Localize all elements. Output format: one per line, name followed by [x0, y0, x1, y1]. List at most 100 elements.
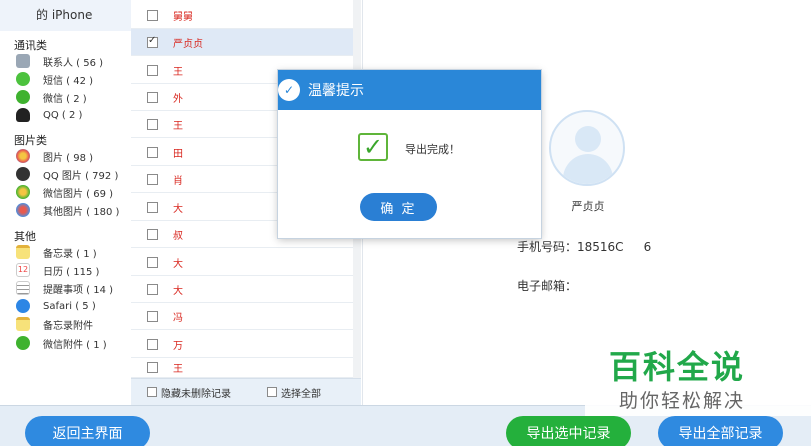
- back-home-button[interactable]: 返回主界面: [25, 416, 150, 446]
- sidebar-item-label: Safari ( 5 ): [43, 300, 96, 312]
- email-field: 电子邮箱：: [517, 279, 578, 293]
- sidebar: 的 iPhone 通讯类 联系人 ( 56 ) 短信 ( 42 ) 微信 ( 2…: [0, 0, 131, 405]
- sidebar-item-notes-attachments[interactable]: 备忘录附件: [16, 316, 93, 332]
- sidebar-item-photos[interactable]: 图片 ( 98 ): [16, 148, 93, 164]
- list-footer: 隐藏未删除记录 选择全部: [131, 378, 361, 405]
- reminders-icon: [16, 281, 30, 295]
- safari-icon: [16, 299, 30, 313]
- dialog-title: 温馨提示: [308, 83, 364, 99]
- wechat-icon: [16, 90, 30, 104]
- sidebar-item-qq-photos[interactable]: QQ 图片 ( 792 ): [16, 166, 118, 182]
- row-checkbox[interactable]: [147, 64, 158, 76]
- dialog-logo-icon: ✓: [278, 79, 300, 101]
- sidebar-item-wechat-photos[interactable]: 微信图片 ( 69 ): [16, 184, 113, 200]
- row-checkbox[interactable]: [147, 283, 158, 295]
- photos-icon: [16, 149, 30, 163]
- wechat-attachment-icon: [16, 336, 30, 350]
- watermark-title: 百科全说: [609, 348, 746, 386]
- row-checkbox[interactable]: [147, 362, 158, 373]
- hide-deleted-toggle[interactable]: 隐藏未删除记录: [147, 385, 231, 400]
- sidebar-item-label: QQ 图片 ( 792 ): [43, 170, 119, 182]
- detail-contact-name: 严贞贞: [571, 200, 605, 213]
- contact-name: 王: [173, 364, 183, 375]
- row-checkbox[interactable]: [147, 91, 158, 103]
- qq-photos-icon: [16, 167, 30, 181]
- contact-row[interactable]: 王: [131, 358, 353, 378]
- select-all-checkbox[interactable]: [267, 387, 277, 397]
- contact-row[interactable]: 舅舅: [131, 2, 353, 29]
- sidebar-item-label: 备忘录附件: [43, 320, 93, 332]
- row-checkbox[interactable]: [147, 173, 158, 185]
- sidebar-item-label: 短信 ( 42 ): [43, 75, 94, 87]
- device-name[interactable]: 的 iPhone: [0, 0, 131, 31]
- sidebar-item-label: 联系人 ( 56 ): [43, 57, 104, 69]
- sidebar-item-wechat[interactable]: 微信 ( 2 ): [16, 89, 87, 105]
- row-checkbox[interactable]: [147, 310, 158, 322]
- sidebar-item-label: 微信图片 ( 69 ): [43, 188, 114, 200]
- notes-icon: [16, 245, 30, 259]
- contact-row[interactable]: 冯: [131, 303, 353, 330]
- sidebar-item-label: 备忘录 ( 1 ): [43, 248, 97, 260]
- category-communication: 通讯类: [14, 39, 47, 52]
- export-all-button[interactable]: 导出全部记录: [658, 416, 783, 446]
- qq-icon: [16, 108, 30, 122]
- watermark-subtitle: 助你轻松解决: [619, 390, 746, 412]
- sidebar-item-calendar[interactable]: 12 日历 ( 115 ): [16, 262, 99, 278]
- sidebar-item-label: 提醒事项 ( 14 ): [43, 284, 114, 296]
- avatar: [549, 110, 625, 186]
- sidebar-item-other-photos[interactable]: 其他图片 ( 180 ): [16, 202, 119, 218]
- sidebar-item-reminders[interactable]: 提醒事项 ( 14 ): [16, 280, 113, 296]
- sidebar-item-safari[interactable]: Safari ( 5 ): [16, 298, 96, 314]
- row-checkbox[interactable]: [147, 146, 158, 158]
- contact-name: 万: [173, 340, 183, 352]
- row-checkbox[interactable]: [147, 256, 158, 268]
- watermark: 百科全说 助你轻松解决: [585, 340, 811, 416]
- hide-deleted-checkbox[interactable]: [147, 387, 157, 397]
- contact-row[interactable]: 大: [131, 276, 353, 303]
- row-checkbox[interactable]: [147, 338, 158, 350]
- export-selected-button[interactable]: 导出选中记录: [506, 416, 631, 446]
- contact-name: 大: [173, 203, 183, 215]
- row-checkbox[interactable]: [147, 9, 158, 21]
- dialog-message: 导出完成！: [405, 143, 460, 156]
- contact-name: 王: [173, 66, 183, 78]
- notice-dialog: ✓ 温馨提示 ✓ 导出完成！ 确 定: [278, 70, 541, 238]
- calendar-icon: 12: [16, 263, 30, 277]
- phone-label: 手机号码：18516C: [517, 240, 624, 254]
- sidebar-item-label: 微信 ( 2 ): [43, 93, 87, 105]
- contact-name: 肖: [173, 175, 183, 187]
- sidebar-item-label: 日历 ( 115 ): [43, 266, 100, 278]
- sidebar-item-label: 其他图片 ( 180 ): [43, 206, 120, 218]
- wechat-photos-icon: [16, 185, 30, 199]
- sidebar-item-wechat-attachments[interactable]: 微信附件 ( 1 ): [16, 335, 107, 351]
- phone-field: 手机号码：18516C 6: [517, 238, 651, 255]
- dialog-ok-button[interactable]: 确 定: [360, 193, 437, 221]
- sidebar-item-qq[interactable]: QQ ( 2 ): [16, 107, 82, 123]
- row-checkbox[interactable]: [147, 118, 158, 130]
- contact-name: 冯: [173, 312, 183, 324]
- row-checkbox[interactable]: [147, 35, 158, 48]
- notes-attachment-icon: [16, 317, 30, 331]
- sidebar-item-label: QQ ( 2 ): [43, 109, 83, 121]
- row-checkbox[interactable]: [147, 201, 158, 213]
- sidebar-item-label: 微信附件 ( 1 ): [43, 339, 107, 351]
- contact-name: 大: [173, 258, 183, 270]
- contact-row[interactable]: 严贞贞: [131, 29, 353, 56]
- hide-deleted-label: 隐藏未删除记录: [161, 388, 231, 400]
- sms-icon: [16, 72, 30, 86]
- select-all-label: 选择全部: [281, 388, 321, 400]
- contact-name: 严贞贞: [173, 38, 203, 50]
- sidebar-item-contacts[interactable]: 联系人 ( 56 ): [16, 53, 103, 69]
- row-checkbox[interactable]: [147, 228, 158, 240]
- contact-name: 外: [173, 93, 183, 105]
- contact-row[interactable]: 万: [131, 331, 353, 358]
- contact-row[interactable]: 大: [131, 249, 353, 276]
- contact-name: 舅舅: [173, 11, 193, 23]
- sidebar-item-sms[interactable]: 短信 ( 42 ): [16, 71, 93, 87]
- sidebar-item-notes[interactable]: 备忘录 ( 1 ): [16, 244, 97, 260]
- select-all-toggle[interactable]: 选择全部: [267, 385, 321, 400]
- contacts-icon: [16, 54, 30, 68]
- sidebar-item-label: 图片 ( 98 ): [43, 152, 94, 164]
- contact-name: 田: [173, 148, 183, 160]
- phone-tail: 6: [643, 240, 652, 254]
